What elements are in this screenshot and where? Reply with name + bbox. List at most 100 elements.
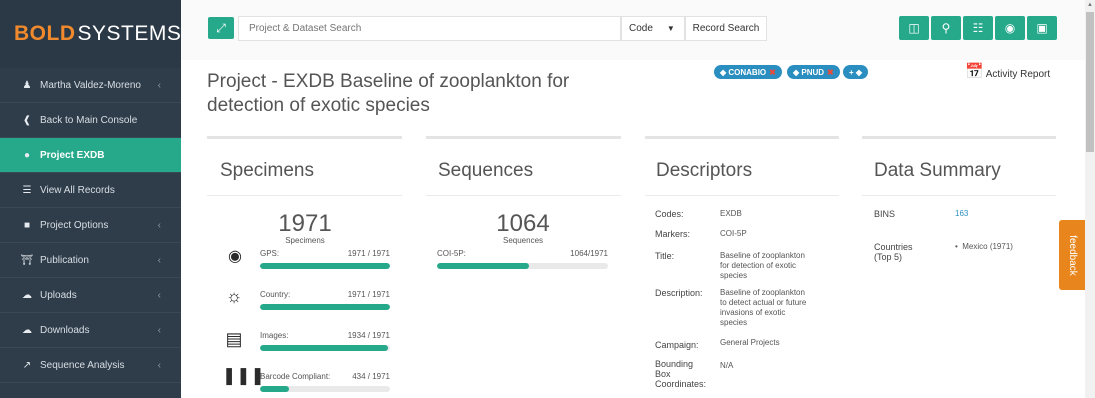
search-input[interactable]: [238, 16, 621, 41]
campaign-value: General Projects: [720, 338, 780, 347]
folder-icon: ■: [23, 219, 31, 231]
bounding-box-label-line: Bounding: [655, 359, 694, 369]
scroll-up-arrow-icon[interactable]: ▲: [1087, 2, 1093, 8]
sidebar-item-label: Publication: [40, 254, 89, 266]
coi5p-value: 1064/1971: [570, 249, 608, 258]
sidebar-item-back-to-main-console[interactable]: ❰ Back to Main Console: [0, 103, 181, 138]
feedback-label: feedback: [1066, 234, 1078, 276]
description-value-line: to detect actual or future: [720, 298, 807, 307]
code-select[interactable]: Code ▼: [621, 16, 685, 41]
specimens-caption: Specimens: [285, 236, 325, 245]
chevron-left-icon: ‹: [157, 324, 161, 336]
campaign-label: Campaign:: [655, 340, 699, 350]
coi5p-label: COI-5P:: [437, 249, 466, 258]
country-progress-bar: [260, 304, 390, 310]
sidebar-item-publication[interactable]: ⛩ Publication ‹: [0, 243, 181, 278]
title-label: Title:: [655, 251, 675, 261]
barcode-icon: ❚❚❚: [222, 366, 265, 385]
record-search-button[interactable]: Record Search: [685, 16, 767, 41]
countries-value: • Mexico (1971): [955, 242, 1013, 252]
descriptors-separator: [645, 195, 839, 196]
sidebar-item-downloads[interactable]: ☁ Downloads ‹: [0, 313, 181, 348]
sidebar-item-view-all-records[interactable]: ☰ View All Records: [0, 173, 181, 208]
remove-tag-icon[interactable]: ✖: [827, 68, 834, 77]
book-icon: ▣: [1036, 21, 1048, 35]
dashboard-icon: ◉: [1004, 21, 1016, 35]
images-label: Images:: [260, 331, 289, 340]
sidebar-item-uploads[interactable]: ☁ Uploads ‹: [0, 278, 181, 313]
title-value-line: species: [720, 271, 748, 280]
sidebar-item-label: Uploads: [40, 289, 77, 301]
bounding-box-value: N/A: [720, 361, 734, 370]
search-button[interactable]: ⚲: [931, 16, 961, 40]
tag-icon: ◆: [853, 67, 863, 77]
bins-label: BINS: [874, 209, 896, 219]
image-icon: ▤: [225, 329, 243, 349]
description-value-line: Baseline of zooplankton: [720, 288, 805, 297]
markers-label: Markers:: [655, 229, 691, 239]
gps-label: GPS:: [260, 249, 280, 258]
logo-systems: SYSTEMS: [77, 22, 182, 45]
expand-icon: ⤢: [216, 20, 226, 35]
chevron-left-icon: ‹: [157, 79, 161, 91]
activity-report-label: Activity Report: [985, 69, 1051, 80]
countries-label-line: (Top 5): [874, 252, 903, 262]
logo-bold: BOLD: [14, 22, 76, 45]
chevron-left-icon: ‹: [157, 359, 161, 371]
sidebar-item-label: Sequence Analysis: [40, 359, 125, 371]
map-marker-icon: ●: [23, 149, 31, 161]
tag-conabio[interactable]: ◆ CONABIO ✖: [714, 65, 782, 79]
gps-value: 1971 / 1971: [347, 249, 390, 258]
sidebar-item-label: Downloads: [40, 324, 90, 336]
scroll-thumb[interactable]: [1086, 12, 1094, 152]
countries-label-line: Countries: [874, 242, 913, 252]
tag-pnud[interactable]: ◆ PNUD ✖: [787, 65, 840, 79]
bounding-box-label-line: Coordinates:: [655, 379, 707, 389]
country-label: Country:: [260, 290, 291, 299]
expand-button[interactable]: ⤢: [208, 17, 234, 39]
code-select-value: Code: [629, 23, 653, 34]
sidebar-item-label: Project EXDB: [40, 149, 105, 161]
sidebar-item-sequence-analysis[interactable]: ↗ Sequence Analysis ‹: [0, 348, 181, 383]
page-title-line1: Project - EXDB Baseline of zooplankton f…: [207, 71, 570, 92]
sidebar-item-label: View All Records: [40, 184, 115, 196]
page-scrollbar[interactable]: ▲: [1085, 0, 1095, 398]
description-value-line: species: [720, 318, 748, 327]
line-chart-icon: ↗: [22, 359, 32, 371]
cloud-download-icon: ☁: [22, 324, 32, 336]
sidebar-item-user[interactable]: ♟ Martha Valdez-Moreno ‹: [0, 68, 181, 103]
sitemap-button[interactable]: ☷: [963, 16, 993, 40]
sidebar-item-project-exdb[interactable]: ● Project EXDB: [0, 138, 181, 173]
sequences-panel-rule: [426, 136, 621, 139]
markers-value: COI-5P: [720, 229, 747, 238]
feedback-tab[interactable]: feedback: [1059, 220, 1085, 290]
bins-value[interactable]: 163: [955, 209, 968, 219]
add-tag-button[interactable]: + ◆: [843, 65, 869, 79]
sitemap-icon: ☷: [972, 21, 984, 35]
map-marker-icon: ◉: [228, 248, 242, 265]
remove-tag-icon[interactable]: ✖: [769, 68, 776, 77]
sidebar-item-label: Martha Valdez-Moreno: [40, 79, 141, 91]
specimens-separator: [207, 195, 402, 196]
sidebar-item-project-options[interactable]: ■ Project Options ‹: [0, 208, 181, 243]
back-circle-icon: ❰: [22, 114, 32, 126]
book-button[interactable]: ▣: [1027, 16, 1057, 40]
bold-systems-logo[interactable]: BOLD SYSTEMS: [0, 0, 181, 68]
descriptors-panel-rule: [645, 136, 839, 139]
database-button[interactable]: ◫: [899, 16, 929, 40]
title-value-line: Baseline of zooplankton: [720, 251, 805, 260]
codes-value: EXDB: [720, 209, 742, 218]
activity-report-link[interactable]: 📅 Activity Report: [965, 62, 1050, 80]
specimens-count: 1971: [278, 210, 332, 237]
data-summary-panel-rule: [862, 136, 1056, 139]
bounding-box-label-line: Box: [655, 369, 671, 379]
country-progress-fill: [260, 304, 390, 310]
sidebar: BOLD SYSTEMS ♟ Martha Valdez-Moreno ‹ ❰ B…: [0, 0, 181, 398]
data-summary-separator: [862, 195, 1056, 196]
caret-down-icon: ▼: [666, 24, 675, 33]
description-value-line: invasions of exotic: [720, 308, 786, 317]
sidebar-item-label: Back to Main Console: [40, 114, 138, 126]
dashboard-button[interactable]: ◉: [995, 16, 1025, 40]
title-value: Baseline of zooplankton for detection of…: [720, 251, 845, 281]
globe-icon: ☼: [225, 286, 243, 306]
